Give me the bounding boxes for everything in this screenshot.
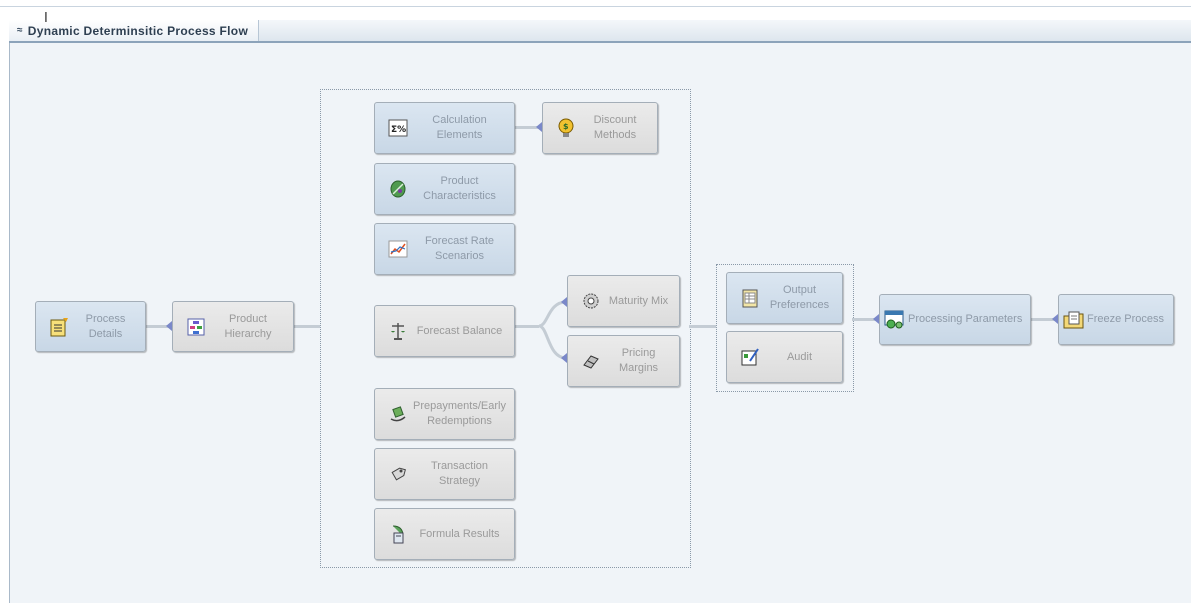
folder-document-icon xyxy=(1063,310,1085,330)
pricing-margins-node[interactable]: Pricing Margins xyxy=(567,335,680,387)
branch-connector xyxy=(538,300,567,360)
gear-badge-icon xyxy=(580,292,602,310)
forecast-rate-scenarios-node[interactable]: Forecast Rate Scenarios xyxy=(374,223,515,275)
document-grid-icon xyxy=(739,288,761,308)
calculation-elements-label: Calculation Elements xyxy=(432,114,487,141)
forecast-balance-node[interactable]: Forecast Balance xyxy=(374,305,515,357)
sigma-percent-icon: Σ% xyxy=(387,119,409,137)
svg-text:Σ%: Σ% xyxy=(391,125,406,135)
leaf-icon xyxy=(387,180,409,198)
document-edit-icon xyxy=(48,317,70,337)
formula-results-label: Formula Results xyxy=(419,527,500,540)
hierarchy-icon xyxy=(185,318,207,336)
output-preferences-node[interactable]: Output Preferences xyxy=(726,272,843,324)
maturity-mix-node[interactable]: Maturity Mix xyxy=(567,275,680,327)
product-hierarchy-label: Product Hierarchy xyxy=(224,312,272,340)
freeze-process-label: Freeze Process xyxy=(1087,313,1165,325)
freeze-process-node[interactable]: Freeze Process xyxy=(1058,294,1174,345)
money-bulb-icon: $ xyxy=(555,118,577,138)
window-gears-icon xyxy=(884,310,906,330)
calculator-leaf-icon xyxy=(387,524,409,544)
collapse-icon[interactable]: ≈ xyxy=(17,25,23,36)
connector xyxy=(294,325,320,328)
balance-icon xyxy=(387,321,409,341)
top-divider xyxy=(0,6,1191,7)
calculation-elements-node[interactable]: Σ% Calculation Elements xyxy=(374,102,515,154)
text-cursor-icon: I xyxy=(44,11,48,26)
formula-results-node[interactable]: Formula Results xyxy=(374,508,515,560)
output-preferences-label: Output Preferences xyxy=(769,284,830,311)
process-details-label: Process Details xyxy=(85,312,126,340)
audit-node[interactable]: Audit xyxy=(726,331,843,383)
money-hand-icon xyxy=(387,405,409,423)
discount-methods-label: Discount Methods xyxy=(593,114,637,141)
line-chart-icon xyxy=(387,240,409,258)
svg-text:$: $ xyxy=(563,122,569,131)
panel-title: Dynamic Determinsitic Process Flow xyxy=(27,23,249,38)
transaction-strategy-label: Transaction Strategy xyxy=(430,460,489,487)
product-hierarchy-node[interactable]: Product Hierarchy xyxy=(172,301,294,352)
process-details-node[interactable]: Process Details xyxy=(35,301,146,352)
audit-edit-icon xyxy=(739,347,761,367)
discount-methods-node[interactable]: $ Discount Methods xyxy=(542,102,658,154)
audit-label: Audit xyxy=(786,350,813,363)
pricing-margins-label: Pricing Margins xyxy=(618,347,659,374)
processing-parameters-node[interactable]: Processing Parameters xyxy=(879,294,1031,345)
eraser-icon xyxy=(580,353,602,369)
prepayments-label: Prepayments/Early Redemptions xyxy=(413,400,506,427)
maturity-mix-label: Maturity Mix xyxy=(608,294,669,307)
processing-parameters-label: Processing Parameters xyxy=(908,313,1023,325)
tag-icon xyxy=(387,465,409,483)
transaction-strategy-node[interactable]: Transaction Strategy xyxy=(374,448,515,500)
product-characteristics-node[interactable]: Product Characteristics xyxy=(374,163,515,215)
panel-header: ≈ Dynamic Determinsitic Process Flow xyxy=(9,20,1191,43)
forecast-rate-scenarios-label: Forecast Rate Scenarios xyxy=(424,235,495,262)
product-characteristics-label: Product Characteristics xyxy=(423,175,496,202)
forecast-balance-label: Forecast Balance xyxy=(416,324,503,337)
connector xyxy=(689,325,716,328)
prepayments-node[interactable]: Prepayments/Early Redemptions xyxy=(374,388,515,440)
